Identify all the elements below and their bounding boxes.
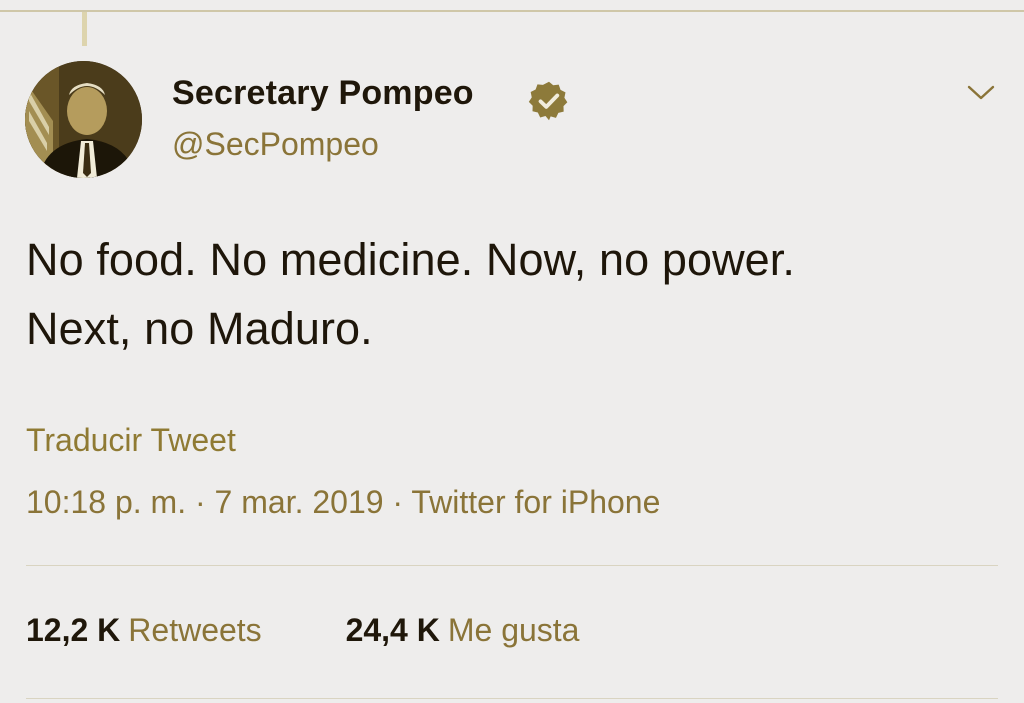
- meta-separator: ·: [392, 484, 404, 520]
- avatar[interactable]: [25, 61, 142, 178]
- stats-divider-bottom: [26, 698, 998, 699]
- tweet-text-line: No food. No medicine. Now, no power.: [26, 234, 796, 285]
- tweet-date[interactable]: 7 mar. 2019: [215, 484, 384, 520]
- meta-separator: ·: [194, 484, 206, 520]
- likes-label: Me gusta: [447, 612, 580, 648]
- thread-connector-line: [82, 12, 87, 46]
- retweets-label: Retweets: [128, 612, 262, 648]
- tweet-text: No food. No medicine. Now, no power. Nex…: [26, 225, 1006, 363]
- verified-badge-icon: [528, 81, 568, 121]
- display-name[interactable]: Secretary Pompeo: [172, 74, 474, 113]
- stats-divider-top: [26, 565, 998, 566]
- translate-tweet-link[interactable]: Traducir Tweet: [26, 422, 236, 459]
- likes-count: 24,4 K: [345, 612, 440, 648]
- likes-stat[interactable]: 24,4 K Me gusta: [346, 612, 580, 649]
- engagement-stats: 12,2 K Retweets 24,4 K Me gusta: [26, 612, 654, 649]
- tweet-metadata: 10:18 p. m. · 7 mar. 2019 · Twitter for …: [26, 484, 660, 521]
- top-divider: [0, 10, 1024, 12]
- chevron-down-icon[interactable]: [966, 82, 996, 102]
- tweet-source-link[interactable]: Twitter for iPhone: [411, 484, 660, 520]
- retweets-stat[interactable]: 12,2 K Retweets: [26, 612, 262, 649]
- user-handle[interactable]: @SecPompeo: [172, 126, 379, 163]
- retweets-count: 12,2 K: [26, 612, 121, 648]
- tweet-time[interactable]: 10:18 p. m.: [26, 484, 186, 520]
- tweet-text-line: Next, no Maduro.: [26, 303, 373, 354]
